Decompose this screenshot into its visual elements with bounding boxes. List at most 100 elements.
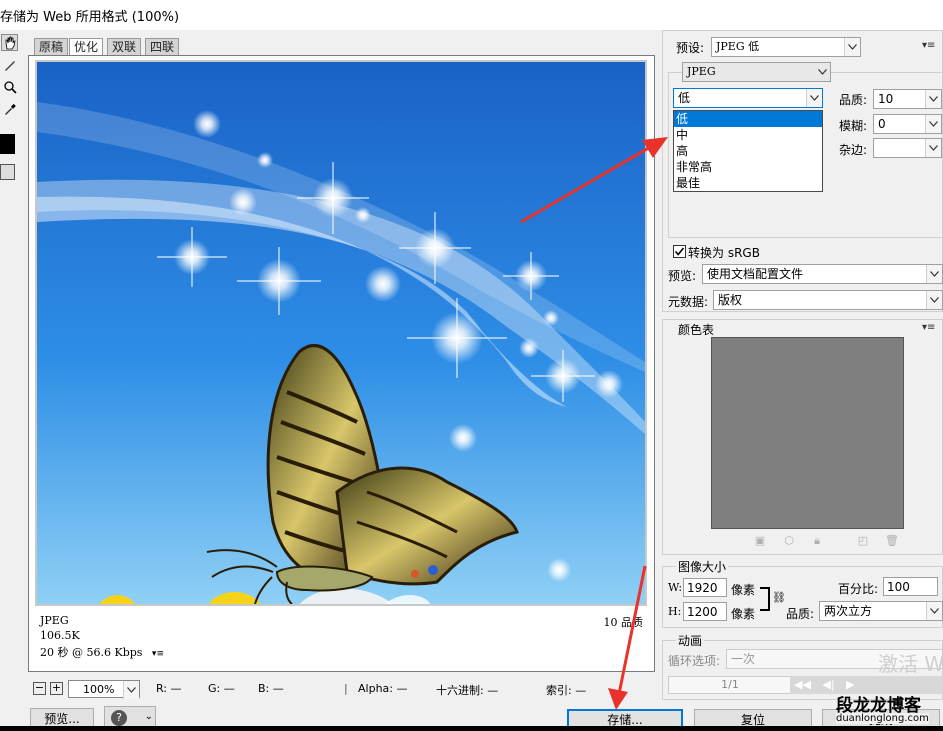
- chevron-down-icon: [926, 602, 942, 620]
- blur-input[interactable]: 0: [873, 114, 942, 134]
- cube-icon[interactable]: ⬡: [783, 535, 795, 547]
- preset-select[interactable]: JPEG 低: [711, 37, 861, 57]
- status-divider: |: [344, 682, 348, 695]
- width-unit: 像素: [731, 583, 756, 597]
- metadata-label: 元数据:: [668, 295, 709, 309]
- percent-label: 百分比:: [838, 582, 879, 596]
- status-green: G: —: [208, 682, 235, 695]
- info-quality: 10 品质: [603, 616, 644, 629]
- status-index: 索引: —: [546, 684, 587, 697]
- height-input[interactable]: [683, 602, 727, 621]
- width-label: W:: [668, 581, 683, 594]
- status-bar: − + 100% R: — G: — B: — | Alpha: — 十六进制:…: [28, 678, 655, 700]
- eyedropper-icon[interactable]: [1, 100, 18, 117]
- chevron-down-icon: [925, 115, 941, 133]
- color-table-swatches[interactable]: [711, 337, 904, 529]
- convert-srgb-label: 转换为 sRGB: [688, 246, 760, 260]
- previous-frame-icon[interactable]: ◀|: [822, 678, 834, 691]
- percent-input[interactable]: [883, 577, 938, 596]
- download-speed-menu-icon[interactable]: ▾≡: [152, 649, 164, 659]
- matte-label: 杂边:: [839, 143, 868, 157]
- info-download-time: 20 秒 @ 56.6 Kbps ▾≡: [40, 644, 164, 660]
- trash-icon[interactable]: 🗑︎: [885, 535, 899, 547]
- info-format: JPEG: [40, 614, 69, 627]
- quality-option-low[interactable]: 低: [674, 111, 822, 127]
- status-blue: B: —: [258, 682, 284, 695]
- color-table-menu-icon[interactable]: ▾≡: [922, 322, 935, 333]
- tab-2-up[interactable]: 双联: [107, 38, 142, 56]
- chevron-down-icon: [925, 90, 941, 108]
- slice-select-icon[interactable]: [1, 56, 18, 73]
- zoom-level-select[interactable]: 100%: [68, 680, 140, 699]
- quality-option-high[interactable]: 高: [674, 143, 822, 159]
- chevron-down-icon: ⌄: [144, 711, 153, 722]
- format-value: JPEG: [687, 65, 716, 78]
- link-icon[interactable]: ⛓︎: [772, 591, 786, 604]
- quality-option-medium[interactable]: 中: [674, 127, 822, 143]
- chevron-down-icon: [123, 681, 139, 699]
- browser-icon: ?: [111, 709, 127, 726]
- metadata-value: 版权: [718, 293, 743, 307]
- compression-quality-value: 低: [678, 91, 691, 105]
- quality-option-maximum[interactable]: 最佳: [674, 175, 822, 191]
- status-hex: 十六进制: —: [436, 684, 499, 697]
- tab-optimized[interactable]: 优化: [69, 38, 104, 56]
- hand-tool-icon[interactable]: [1, 34, 18, 51]
- compression-quality-select[interactable]: 低: [673, 88, 823, 108]
- chevron-down-icon: [814, 63, 830, 81]
- convert-srgb-checkbox[interactable]: [673, 245, 686, 258]
- zoom-in-button[interactable]: +: [50, 682, 63, 695]
- frame-counter: 1/1: [668, 676, 792, 694]
- tab-original[interactable]: 原稿: [34, 38, 69, 56]
- loop-label: 循环选项:: [668, 654, 721, 668]
- info-download-text: 20 秒 @ 56.6 Kbps: [40, 646, 143, 659]
- info-file-size: 106.5K: [40, 629, 80, 642]
- metadata-select[interactable]: 版权: [713, 290, 943, 310]
- blur-value: 0: [878, 117, 886, 131]
- chevron-down-icon: [926, 265, 942, 283]
- quality-label: 品质:: [839, 93, 868, 107]
- preview-profile-value: 使用文档配置文件: [707, 267, 804, 281]
- preview-profile-select[interactable]: 使用文档配置文件: [702, 264, 943, 284]
- chevron-down-icon: [926, 291, 942, 309]
- quality-option-very-high[interactable]: 非常高: [674, 159, 822, 175]
- browser-preview-button[interactable]: ? ⌄: [104, 706, 156, 728]
- format-select[interactable]: JPEG: [682, 62, 831, 82]
- butterfly-preview-image[interactable]: [35, 60, 647, 606]
- tab-4-up[interactable]: 四联: [145, 38, 180, 56]
- resample-quality-select[interactable]: 两次立方: [819, 601, 943, 621]
- web-snap-icon[interactable]: ▣: [754, 535, 766, 547]
- quality-input[interactable]: 10: [873, 89, 942, 109]
- zoom-out-button[interactable]: −: [33, 682, 46, 695]
- chevron-down-icon: [844, 38, 860, 56]
- title-bar: 存储为 Web 所用格式 (100%): [0, 0, 943, 30]
- resample-quality-value: 两次立方: [824, 604, 873, 618]
- zoom-icon[interactable]: [1, 78, 18, 95]
- height-unit: 像素: [731, 607, 756, 621]
- optimize-menu-icon[interactable]: ▾≡: [922, 40, 935, 51]
- play-icon[interactable]: ▶: [846, 678, 854, 691]
- first-frame-icon[interactable]: ◀◀: [794, 678, 811, 691]
- lock-icon[interactable]: 🔒︎: [811, 535, 823, 547]
- blog-watermark-url: duanlonglong.com: [836, 713, 929, 724]
- animation-title: 动画: [676, 632, 705, 649]
- optimized-image-info: JPEG 106.5K 20 秒 @ 56.6 Kbps ▾≡ 10 品质: [38, 612, 648, 668]
- eyedropper-color-swatch[interactable]: [0, 134, 15, 154]
- matte-select[interactable]: [873, 138, 942, 158]
- new-color-icon[interactable]: ◰: [857, 535, 869, 547]
- activate-windows-watermark: 激活 W: [878, 652, 943, 676]
- tool-column: [0, 34, 20, 184]
- compression-quality-dropdown: 低 中 高 非常高 最佳: [673, 110, 823, 192]
- slice-visibility-icon[interactable]: [0, 164, 15, 180]
- height-label: H:: [668, 605, 682, 618]
- chevron-down-icon: [806, 89, 822, 107]
- window-title: 存储为 Web 所用格式 (100%): [0, 10, 180, 25]
- width-input[interactable]: [683, 578, 727, 597]
- quality-value: 10: [878, 92, 894, 106]
- constrain-bracket: [760, 587, 770, 611]
- preview-profile-label: 预览:: [668, 269, 697, 283]
- preset-value: JPEG 低: [716, 40, 760, 53]
- bottom-edge: [0, 726, 943, 731]
- status-red: R: —: [156, 682, 182, 695]
- view-tabs: 原稿 优化 双联 四联: [28, 36, 655, 56]
